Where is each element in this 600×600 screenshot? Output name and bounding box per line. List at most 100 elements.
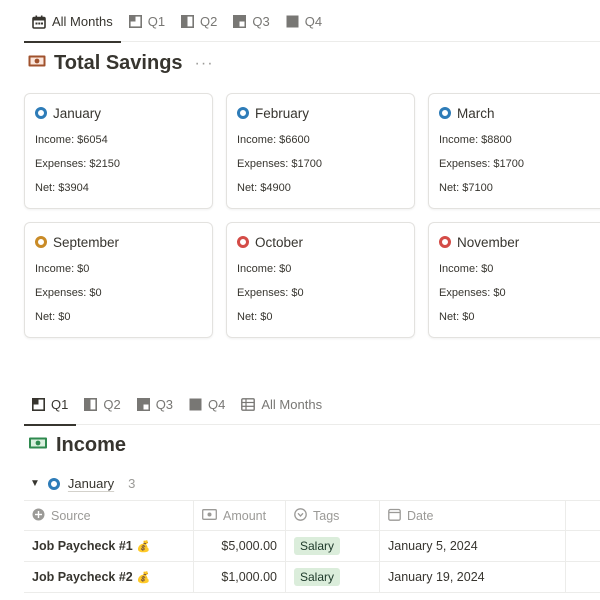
card-income: Income: $6600 xyxy=(237,134,310,146)
income-heading: Income xyxy=(28,434,126,457)
tab-q3[interactable]: Q3 xyxy=(225,2,277,42)
quarter-icon xyxy=(32,398,45,411)
month-card-february[interactable]: February Income: $6600 Expenses: $1700 N… xyxy=(226,93,415,209)
card-expenses: Expenses: $1700 xyxy=(237,158,323,170)
date-cell[interactable]: January 5, 2024 xyxy=(380,531,566,561)
tab-label: Q3 xyxy=(252,14,270,29)
tab-q2[interactable]: Q2 xyxy=(76,385,128,425)
card-title: September xyxy=(35,233,202,251)
status-dot-icon xyxy=(439,107,451,119)
column-header-tags[interactable]: Tags xyxy=(286,501,380,530)
tab-q1[interactable]: Q1 xyxy=(121,2,173,42)
quarter-icon xyxy=(128,15,142,28)
card-month: October xyxy=(255,234,304,250)
column-label: Source xyxy=(51,508,91,523)
tab-q3[interactable]: Q3 xyxy=(129,385,181,425)
column-label: Tags xyxy=(313,508,340,523)
card-net: Net: $0 xyxy=(237,311,273,323)
status-dot-icon xyxy=(47,477,60,490)
card-title: November xyxy=(439,233,600,251)
full-square-icon xyxy=(286,15,299,28)
month-card-september[interactable]: September Income: $0 Expenses: $0 Net: $… xyxy=(24,222,213,338)
tab-q1[interactable]: Q1 xyxy=(24,385,77,426)
card-income: Income: $0 xyxy=(439,263,494,275)
amount-cell[interactable]: $1,000.00 xyxy=(194,562,286,592)
status-dot-icon xyxy=(439,236,451,248)
tab-label: Q4 xyxy=(208,397,226,412)
column-header-source[interactable]: Source xyxy=(24,501,194,530)
table-header-row: Source Amount Tags Date xyxy=(24,500,600,531)
source-cell[interactable]: Job Paycheck #1 💰 xyxy=(24,531,194,561)
tab-label: Q1 xyxy=(147,14,166,29)
empty-cell xyxy=(566,562,600,592)
calendar-icon xyxy=(32,15,46,29)
three-quarter-icon xyxy=(136,398,150,411)
column-header-date[interactable]: Date xyxy=(380,501,566,530)
tab-label: All Months xyxy=(52,14,113,29)
card-month: September xyxy=(53,234,120,250)
group-header-january[interactable]: ▼ January 3 xyxy=(30,476,135,491)
date-icon xyxy=(388,508,401,524)
table-row[interactable]: Job Paycheck #1 💰 $5,000.00 Salary Janua… xyxy=(24,531,600,562)
half-icon xyxy=(181,15,195,28)
tab-q2[interactable]: Q2 xyxy=(173,2,225,42)
tab-q4[interactable]: Q4 xyxy=(278,2,330,42)
status-dot-icon xyxy=(237,236,249,248)
month-card-march[interactable]: March Income: $8800 Expenses: $1700 Net:… xyxy=(428,93,600,209)
status-dot-icon xyxy=(237,107,249,119)
card-month: March xyxy=(457,105,495,121)
date-cell[interactable]: January 19, 2024 xyxy=(380,562,566,592)
card-expenses: Expenses: $0 xyxy=(35,287,102,299)
tab-label: Q4 xyxy=(304,14,323,29)
card-month: February xyxy=(255,105,310,121)
tags-cell[interactable]: Salary xyxy=(286,531,380,561)
column-label: Date xyxy=(407,508,434,523)
card-title: March xyxy=(439,104,600,122)
income-title: Income xyxy=(56,434,127,456)
card-net: Net: $0 xyxy=(439,311,475,323)
month-card-january[interactable]: January Income: $6054 Expenses: $2150 Ne… xyxy=(24,93,213,209)
amount-cell[interactable]: $5,000.00 xyxy=(194,531,286,561)
tab-label: All Months xyxy=(261,397,323,412)
three-quarter-icon xyxy=(233,15,247,28)
card-expenses: Expenses: $0 xyxy=(439,287,506,299)
savings-cards-gallery: January Income: $6054 Expenses: $2150 Ne… xyxy=(24,93,600,338)
money-icon xyxy=(202,508,217,523)
tab-all-months[interactable]: All Months xyxy=(24,2,121,43)
tab-label: Q1 xyxy=(51,397,69,412)
card-income: Income: $6054 xyxy=(35,134,108,146)
month-card-november[interactable]: November Income: $0 Expenses: $0 Net: $0 xyxy=(428,222,600,338)
income-table: Source Amount Tags Date Job Paycheck #1 … xyxy=(24,500,600,593)
card-title: October xyxy=(237,233,404,251)
column-header-amount[interactable]: Amount xyxy=(194,501,286,530)
card-month: January xyxy=(53,105,102,121)
card-expenses: Expenses: $2150 xyxy=(35,158,121,170)
tag-badge: Salary xyxy=(294,568,341,586)
half-icon xyxy=(84,398,98,411)
card-month: November xyxy=(457,234,520,250)
table-row[interactable]: Job Paycheck #2 💰 $1,000.00 Salary Janua… xyxy=(24,562,600,593)
card-expenses: Expenses: $0 xyxy=(237,287,304,299)
tab-label: Q2 xyxy=(200,14,218,29)
card-title: January xyxy=(35,104,202,122)
money-bag-icon: 💰 xyxy=(136,571,151,584)
group-label[interactable]: January xyxy=(68,476,114,491)
table-icon xyxy=(241,398,256,411)
empty-cell xyxy=(566,531,600,561)
tags-cell[interactable]: Salary xyxy=(286,562,380,592)
column-header-empty xyxy=(566,501,600,530)
source-cell[interactable]: Job Paycheck #2 💰 xyxy=(24,562,194,592)
view-tabs-bottom: Q1 Q2 Q3 Q4 All Months xyxy=(24,385,600,426)
money-with-wings-icon xyxy=(28,436,48,455)
tab-q4[interactable]: Q4 xyxy=(181,385,233,425)
month-card-october[interactable]: October Income: $0 Expenses: $0 Net: $0 xyxy=(226,222,415,338)
card-income: Income: $8800 xyxy=(439,134,512,146)
status-dot-icon xyxy=(35,107,47,119)
more-options-button[interactable]: ··· xyxy=(195,55,214,72)
card-net: Net: $3904 xyxy=(35,182,89,194)
card-net: Net: $4900 xyxy=(237,182,291,194)
caret-down-icon[interactable]: ▼ xyxy=(30,478,40,489)
tag-badge: Salary xyxy=(294,537,341,555)
savings-heading: Total Savings ··· xyxy=(28,52,214,75)
tab-all-months[interactable]: All Months xyxy=(233,385,330,425)
